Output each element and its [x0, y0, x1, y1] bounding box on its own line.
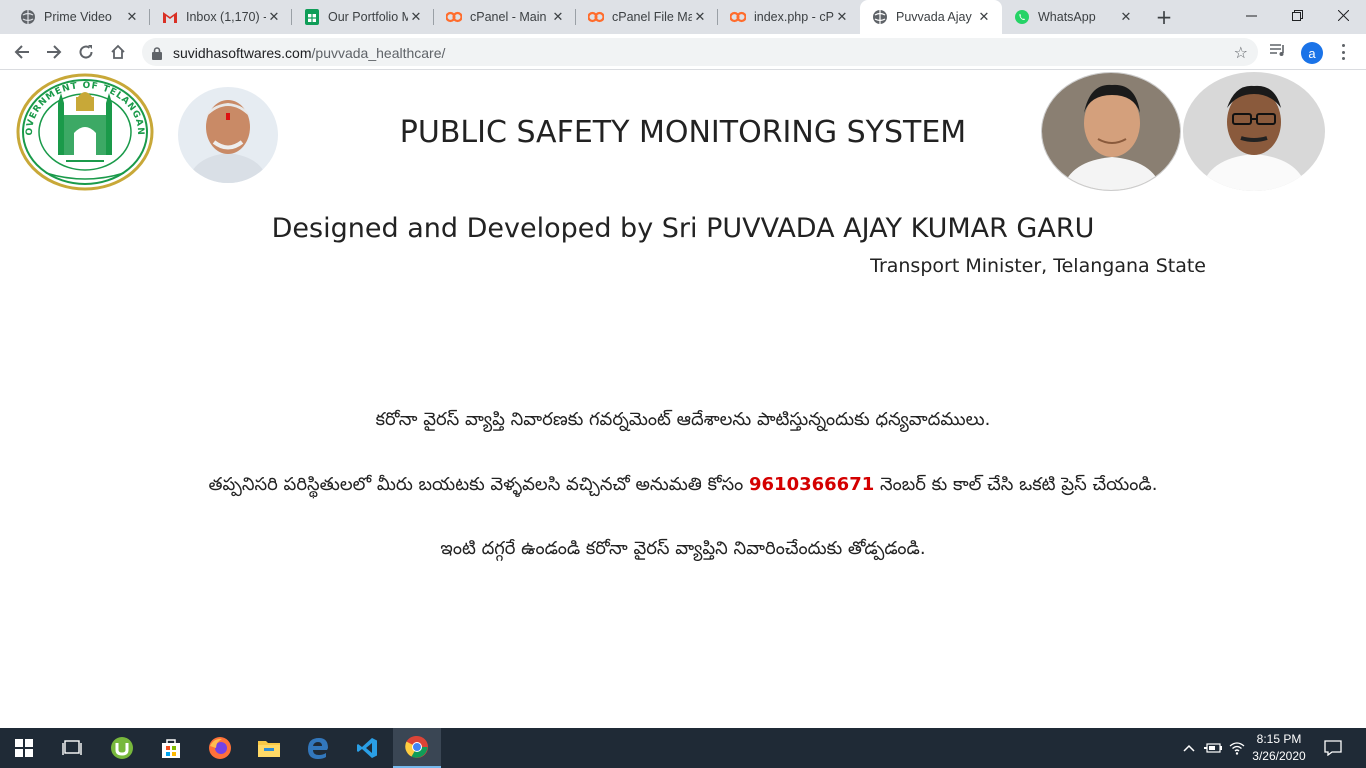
- task-view-button[interactable]: [48, 728, 96, 768]
- start-button[interactable]: [0, 728, 48, 768]
- bookmark-star-icon[interactable]: ☆: [1234, 43, 1248, 62]
- cpanel-icon: [730, 9, 746, 25]
- close-icon[interactable]: ✕: [1118, 9, 1134, 25]
- firefox-taskbar[interactable]: [196, 728, 244, 768]
- url-path: /puvvada_healthcare/: [311, 45, 446, 61]
- close-icon[interactable]: ✕: [976, 9, 992, 25]
- media-queue-icon[interactable]: [1269, 42, 1287, 62]
- message-permission-before: తప్పనిసరి పరిస్థితులలో మీరు బయటకు వెళ్ళవ…: [208, 474, 744, 495]
- store-taskbar[interactable]: [147, 728, 195, 768]
- edge-icon: [308, 738, 328, 759]
- vscode-icon: [357, 738, 377, 758]
- cpanel-icon: [446, 9, 462, 25]
- message-thanks: కరోనా వైరస్ వ్యాప్తి నివారణకు గవర్నమెంట్…: [375, 409, 991, 430]
- home-icon: [111, 44, 125, 59]
- store-icon: [162, 739, 180, 758]
- page-title-text: PUBLIC SAFETY MONITORING SYSTEM: [399, 115, 967, 150]
- back-arrow-icon: [14, 45, 29, 59]
- chrome-taskbar[interactable]: [393, 728, 441, 768]
- designation-text: Transport Minister, Telangana State: [870, 255, 1206, 277]
- tab-index-php[interactable]: index.php - cP ✕: [718, 0, 860, 34]
- helpline-phone-number: 9610366671: [749, 474, 875, 495]
- back-button[interactable]: [8, 38, 36, 66]
- tab-portfolio[interactable]: Our Portfolio M ✕: [292, 0, 434, 34]
- show-hidden-icons-button[interactable]: [1178, 728, 1200, 768]
- tab-cpanel-main[interactable]: cPanel - Main ✕: [434, 0, 576, 34]
- close-icon[interactable]: ✕: [834, 9, 850, 25]
- chevron-up-icon: [1183, 744, 1195, 752]
- tab-title: index.php - cP: [754, 10, 834, 24]
- url-host: suvidhasoftwares.com: [173, 45, 312, 61]
- tab-title: cPanel - Main: [470, 10, 547, 24]
- gmail-icon: [162, 9, 178, 25]
- utorrent-taskbar[interactable]: [98, 728, 146, 768]
- tab-prime-video[interactable]: Prime Video ✕: [8, 0, 150, 34]
- tab-inbox[interactable]: Inbox (1,170) - ✕: [150, 0, 292, 34]
- edge-taskbar[interactable]: [294, 728, 342, 768]
- file-explorer-taskbar[interactable]: [245, 728, 293, 768]
- windows-logo-icon: [15, 739, 33, 757]
- maximize-button[interactable]: [1274, 0, 1320, 30]
- minimize-button[interactable]: [1228, 0, 1274, 30]
- tab-title: cPanel File Ma: [612, 10, 692, 24]
- tab-strip: Prime Video ✕ Inbox (1,170) - ✕ Our Port…: [0, 0, 1366, 34]
- clock-date: 3/26/2020: [1252, 749, 1306, 763]
- browser-toolbar: suvidhasoftwares.com/puvvada_healthcare/…: [0, 34, 1366, 70]
- message-permission: తప్పనిసరి పరిస్థితులలో మీరు బయటకు వెళ్ళవ…: [0, 474, 1366, 499]
- sheets-icon: [304, 9, 320, 25]
- message-permission-after: నెంబర్ కు కాల్ చేసి ఒకటి ప్రెస్ చేయండి.: [879, 474, 1158, 495]
- forward-arrow-icon: [47, 45, 62, 59]
- browser-menu-button[interactable]: [1338, 42, 1348, 62]
- web-page: GOVERNMENT OF TELANGANA PUBLIC SAFETY MO…: [0, 66, 1366, 728]
- wifi-tray[interactable]: [1226, 728, 1248, 768]
- close-icon[interactable]: ✕: [550, 9, 566, 25]
- globe-icon: [20, 9, 36, 25]
- tab-title: Prime Video: [44, 10, 112, 24]
- tab-title: Puvvada Ajay K: [896, 10, 976, 24]
- close-icon[interactable]: ✕: [692, 9, 708, 25]
- close-icon[interactable]: ✕: [124, 9, 140, 25]
- url-text: suvidhasoftwares.com/puvvada_healthcare/: [173, 45, 445, 61]
- cpanel-icon: [588, 9, 604, 25]
- designed-by-heading: Designed and Developed by Sri PUVVADA AJ…: [271, 213, 1095, 244]
- folder-icon: [258, 741, 280, 757]
- whatsapp-icon: [1014, 9, 1030, 25]
- chrome-icon: [405, 735, 428, 758]
- notification-icon: [1324, 740, 1342, 756]
- forward-button[interactable]: [40, 38, 68, 66]
- windows-taskbar: 8:15 PM 3/26/2020: [0, 728, 1366, 768]
- battery-charging-icon: [1204, 743, 1222, 753]
- close-window-button[interactable]: [1320, 0, 1366, 30]
- new-tab-button[interactable]: +: [1152, 5, 1176, 29]
- lock-icon[interactable]: [152, 45, 162, 64]
- tab-whatsapp[interactable]: WhatsApp ✕: [1002, 0, 1144, 34]
- battery-tray[interactable]: [1202, 728, 1224, 768]
- message-stay-home: ఇంటి దగ్గరే ఉండండి కరోనా వైరస్ వ్యాప్తిన…: [440, 538, 926, 559]
- tab-title: Our Portfolio M: [328, 10, 408, 24]
- action-center-button[interactable]: [1320, 728, 1346, 768]
- clock-time: 8:15 PM: [1256, 732, 1302, 746]
- tab-puvvada-active[interactable]: Puvvada Ajay K ✕: [860, 0, 1002, 34]
- close-icon[interactable]: ✕: [266, 9, 282, 25]
- minister-photo-right: [1183, 72, 1325, 191]
- address-bar[interactable]: suvidhasoftwares.com/puvvada_healthcare/…: [142, 38, 1258, 66]
- tab-title: Inbox (1,170) -: [186, 10, 266, 24]
- profile-avatar[interactable]: a: [1301, 42, 1323, 64]
- wifi-icon: [1229, 742, 1245, 755]
- tab-cpanel-file-manager[interactable]: cPanel File Ma ✕: [576, 0, 718, 34]
- system-clock[interactable]: 8:15 PM 3/26/2020: [1246, 731, 1312, 765]
- reload-icon: [79, 45, 93, 59]
- vscode-taskbar[interactable]: [343, 728, 391, 768]
- utorrent-icon: [111, 737, 133, 759]
- home-button[interactable]: [104, 38, 132, 66]
- reload-button[interactable]: [72, 38, 100, 66]
- globe-icon: [872, 9, 888, 25]
- close-icon[interactable]: ✕: [408, 9, 424, 25]
- leader-photo-left: [1041, 72, 1181, 191]
- task-view-icon: [62, 740, 82, 755]
- firefox-icon: [209, 737, 231, 759]
- tab-title: WhatsApp: [1038, 10, 1096, 24]
